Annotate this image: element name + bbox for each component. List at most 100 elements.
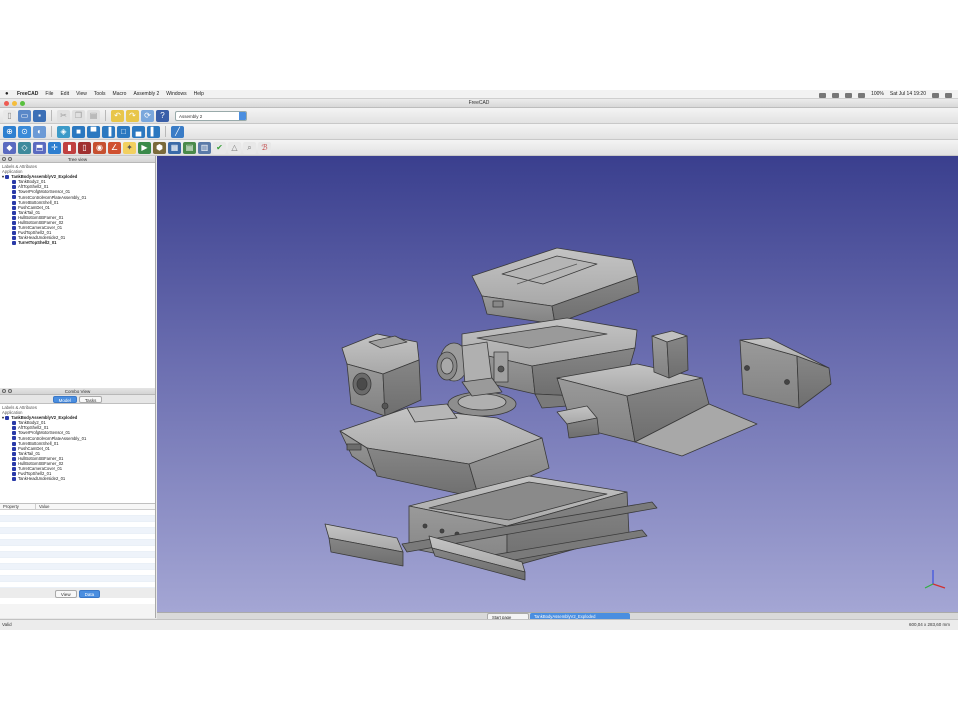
axial-constraint-icon[interactable]: ▯ xyxy=(78,141,91,154)
measure-icon[interactable]: ╱ xyxy=(171,125,184,138)
tray-icon[interactable] xyxy=(845,93,853,98)
menu-assembly2[interactable]: Assembly 2 xyxy=(133,90,159,99)
view-front-icon[interactable]: ■ xyxy=(72,125,85,138)
import-part-icon[interactable]: ◆ xyxy=(3,141,16,154)
minimize-window-button[interactable] xyxy=(12,101,17,106)
window-title: FreeCAD xyxy=(468,100,490,106)
view-left-icon[interactable]: ▌ xyxy=(147,125,160,138)
tab-model[interactable]: Model xyxy=(52,396,77,403)
combo-view-tabs: Model Tasks xyxy=(0,395,155,404)
close-window-button[interactable] xyxy=(4,101,9,106)
whats-this-icon[interactable]: ? xyxy=(156,109,169,122)
menu-help[interactable]: Help xyxy=(194,90,204,99)
warning-icon[interactable]: △ xyxy=(228,141,241,154)
view-right-icon[interactable]: ▐ xyxy=(102,125,115,138)
move-part-icon[interactable]: ⬒ xyxy=(33,141,46,154)
tab-tasks[interactable]: Tasks xyxy=(78,396,103,403)
cut-icon[interactable]: ✂ xyxy=(57,109,70,122)
redo-icon[interactable]: ↷ xyxy=(126,109,139,122)
part-icon xyxy=(12,477,16,482)
float-panel-icon[interactable] xyxy=(8,157,12,161)
clock[interactable]: Sat Jul 14 19:20 xyxy=(890,90,926,99)
part-icon xyxy=(12,241,16,246)
workbench-selector-value: Assembly 2 xyxy=(179,113,203,119)
tree-item-label: TurretTopShell2_01 xyxy=(18,240,57,246)
menu-app[interactable]: FreeCAD xyxy=(17,90,38,99)
separator xyxy=(51,126,52,137)
dimension-readout: 600,04 x 283,60 mm xyxy=(908,622,950,627)
tree-item[interactable]: TankHeadUnderside2_01 xyxy=(2,476,153,481)
view-data-tabs: View Data xyxy=(0,588,155,598)
window-controls xyxy=(4,101,25,106)
assembly-toolbar: ◆ ◇ ⬒ ✛ ▮ ▯ ◉ ∠ ✦ ▶ ⬢ ▦ ▤ ▥ ✔ △ ⌕ ℬ xyxy=(0,140,958,156)
bill-of-materials-icon[interactable]: ▦ xyxy=(168,141,181,154)
float-panel-icon[interactable] xyxy=(8,389,12,393)
solve-icon[interactable]: ▶ xyxy=(138,141,151,154)
tab-view[interactable]: View xyxy=(54,590,77,598)
close-panel-icon[interactable] xyxy=(2,157,6,161)
menu-file[interactable]: File xyxy=(45,90,53,99)
paste-icon[interactable]: ▤ xyxy=(87,109,100,122)
menu-macro[interactable]: Macro xyxy=(113,90,127,99)
hull-bottom-bar-1[interactable] xyxy=(324,523,404,567)
left-panel: Tree view Labels & Attributes Applicatio… xyxy=(0,156,156,618)
system-tray: 100% Sat Jul 14 19:20 xyxy=(819,90,952,99)
view-bottom-icon[interactable]: ▄ xyxy=(132,125,145,138)
plane-constraint-icon[interactable]: ▮ xyxy=(63,141,76,154)
axis-triad xyxy=(924,570,946,589)
new-file-icon[interactable]: ▯ xyxy=(3,109,16,122)
tree-item[interactable]: TurretTopShell2_01 xyxy=(2,240,153,245)
tray-icon[interactable] xyxy=(819,93,827,98)
tree-view-title: Tree view xyxy=(67,157,88,162)
parts-list-icon[interactable]: ▤ xyxy=(183,141,196,154)
tower-post[interactable] xyxy=(651,330,689,379)
view-top-icon[interactable]: ▀ xyxy=(87,125,100,138)
wifi-icon[interactable] xyxy=(858,93,866,98)
clear-icon[interactable]: ℬ xyxy=(258,141,271,154)
angle-constraint-icon[interactable]: ∠ xyxy=(108,141,121,154)
property-editor: Property Value View Data xyxy=(0,504,155,604)
animate-icon[interactable]: ⬢ xyxy=(153,141,166,154)
save-icon[interactable]: ▪ xyxy=(33,109,46,122)
panel-controls xyxy=(2,157,12,161)
copy-icon[interactable]: ❐ xyxy=(72,109,85,122)
update-parts-icon[interactable]: ◇ xyxy=(18,141,31,154)
3d-viewport[interactable] xyxy=(157,156,958,612)
menu-tools[interactable]: Tools xyxy=(94,90,106,99)
spotlight-icon[interactable] xyxy=(932,93,939,98)
menu-list: FreeCAD File Edit View Tools Macro Assem… xyxy=(17,90,204,99)
fit-all-icon[interactable]: ⊕ xyxy=(3,125,16,138)
workbench-selector[interactable]: Assembly 2 xyxy=(175,110,247,121)
draw-style-icon[interactable]: ◐ xyxy=(33,125,46,138)
degrees-of-freedom-icon[interactable]: ▥ xyxy=(198,141,211,154)
menu-edit[interactable]: Edit xyxy=(60,90,69,99)
close-panel-icon[interactable] xyxy=(2,389,6,393)
status-bar: Valid 600,04 x 283,60 mm xyxy=(0,619,958,630)
apple-menu-icon[interactable]: ● xyxy=(5,90,9,99)
refresh-icon[interactable]: ⟳ xyxy=(141,109,154,122)
tray-icon[interactable] xyxy=(832,93,840,98)
view-rear-icon[interactable]: □ xyxy=(117,125,130,138)
add-constraint-icon[interactable]: ✛ xyxy=(48,141,61,154)
undo-icon[interactable]: ↶ xyxy=(111,109,124,122)
open-file-icon[interactable]: ▭ xyxy=(18,109,31,122)
turret-top-shell[interactable] xyxy=(471,247,640,325)
property-column-header: Property xyxy=(0,504,36,509)
menu-windows[interactable]: Windows xyxy=(166,90,186,99)
camera-housing[interactable] xyxy=(341,333,422,417)
menu-view[interactable]: View xyxy=(76,90,87,99)
tab-data[interactable]: Data xyxy=(78,590,101,598)
menu-list-icon[interactable] xyxy=(945,93,952,98)
battery-level[interactable]: 100% xyxy=(871,90,884,99)
status-message: Valid xyxy=(2,622,12,627)
value-column-header: Value xyxy=(39,504,50,509)
zoom-window-button[interactable] xyxy=(20,101,25,106)
fit-selection-icon[interactable]: ⊙ xyxy=(18,125,31,138)
search-icon[interactable]: ⌕ xyxy=(243,141,256,154)
property-rows xyxy=(0,510,155,588)
circular-edge-icon[interactable]: ◉ xyxy=(93,141,106,154)
check-assembly-icon[interactable]: ✔ xyxy=(213,141,226,154)
tank-tail[interactable] xyxy=(739,337,832,409)
sphere-constraint-icon[interactable]: ✦ xyxy=(123,141,136,154)
view-isometric-icon[interactable]: ◈ xyxy=(57,125,70,138)
